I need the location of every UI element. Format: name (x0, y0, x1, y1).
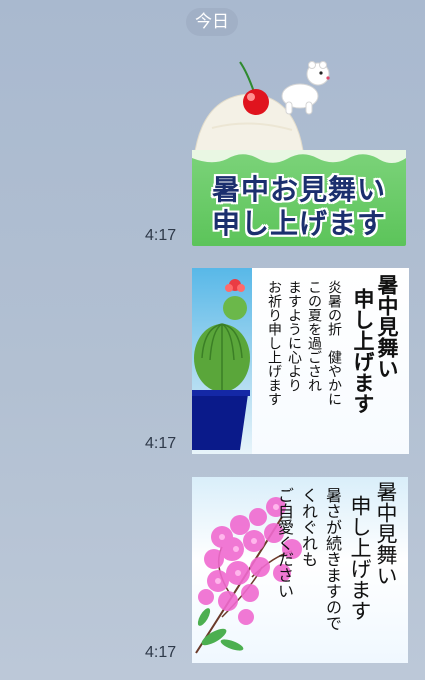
banner-wave (192, 150, 406, 163)
body-col-2: この夏を過ごされ (306, 280, 322, 392)
sticker-summer-greeting-cactus[interactable]: 暑中見舞い 申し上げます 炎暑の折 健やかに この夏を過ごされ ますように心より… (192, 268, 409, 454)
message-time: 4:17 (145, 435, 177, 452)
sticker-summer-greeting-shaved-ice[interactable]: 暑中お見舞い 申し上げます (192, 58, 406, 246)
sticker-summer-greeting-flowers[interactable]: 暑中見舞い 申し上げます 暑さが続きますので くれぐれも ご自愛ください (192, 477, 408, 663)
body-col-3: ますように心より (286, 280, 302, 392)
cactus-icon (194, 279, 250, 392)
cactus-illustration (192, 279, 250, 450)
heading-col-2: 申し上げます (348, 495, 372, 621)
cherry-icon (239, 61, 269, 115)
message-time: 4:17 (145, 644, 177, 661)
greeting-banner: 暑中お見舞い 申し上げます (192, 150, 406, 246)
body-col-4: お祈り申し上げます (266, 280, 282, 406)
body-col-1: 暑さが続きますので (323, 487, 342, 631)
body-col-2: くれぐれも (299, 487, 318, 567)
heading-col-1: 暑中見舞い (375, 274, 399, 379)
body-col-3: ご自愛ください (275, 487, 294, 599)
message-time: 4:17 (145, 227, 177, 244)
polar-bear-icon (281, 61, 330, 115)
date-separator: 今日 (186, 8, 238, 36)
body-col-1: 炎暑の折 健やかに (326, 280, 342, 406)
banner-line-2: 申し上げます (211, 207, 386, 240)
heading-col-2: 申し上げます (351, 288, 375, 414)
heading-col-1: 暑中見舞い (374, 481, 398, 586)
flower-pot-icon (192, 390, 250, 450)
